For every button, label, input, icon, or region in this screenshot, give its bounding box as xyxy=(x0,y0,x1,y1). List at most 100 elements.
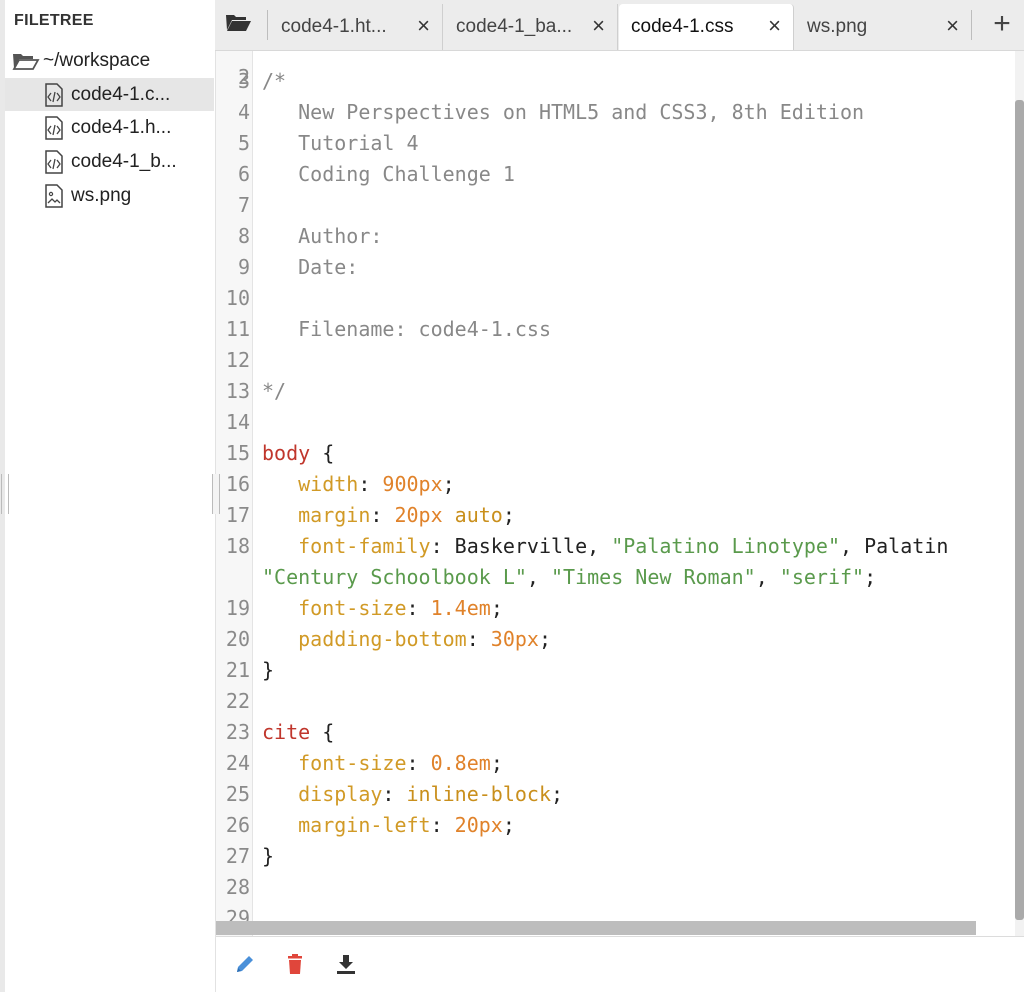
code-token: cite xyxy=(262,720,311,744)
code-token: /* xyxy=(262,69,287,93)
bottom-toolbar xyxy=(216,936,1024,993)
edit-button[interactable] xyxy=(232,953,258,979)
new-tab-button[interactable]: + xyxy=(985,6,1019,42)
code-text: Date: xyxy=(262,252,358,283)
line-number: 24 xyxy=(225,751,250,775)
code-token: 20px xyxy=(394,503,443,527)
line-number: 27 xyxy=(225,844,250,868)
code-line: 26 margin-left: 20px; xyxy=(216,810,1024,841)
code-line: 17 margin: 20px auto; xyxy=(216,500,1024,531)
filetree-title: FILETREE xyxy=(14,12,94,29)
tree-file-label: ws.png xyxy=(71,184,132,206)
code-token: : xyxy=(430,534,455,558)
open-folder-button[interactable] xyxy=(221,10,257,40)
code-line: 18 font-family: Baskerville, "Palatino L… xyxy=(216,531,1024,562)
code-text: "Century Schoolbook L", "Times New Roman… xyxy=(262,562,876,593)
code-line: 4 New Perspectives on HTML5 and CSS3, 8t… xyxy=(216,97,1024,128)
code-text: padding-bottom: 30px; xyxy=(262,624,551,655)
close-icon[interactable]: × xyxy=(592,14,605,38)
line-number: 21 xyxy=(225,658,250,682)
tab-code4-1-css[interactable]: code4-1.css × xyxy=(619,4,794,50)
code-file-icon xyxy=(43,149,65,174)
code-text: font-family: Baskerville, "Palatino Lino… xyxy=(262,531,948,562)
code-line: 22 xyxy=(216,686,1024,717)
tree-file-code4-1-html[interactable]: code4-1.h... xyxy=(5,111,214,144)
code-token: , xyxy=(840,534,865,558)
line-number: 23 xyxy=(225,720,250,744)
tree-file-code4-1-css[interactable]: code4-1.c... xyxy=(5,78,214,111)
folder-open-icon xyxy=(224,11,254,40)
horizontal-scrollbar[interactable] xyxy=(216,921,976,935)
code-token: inline-block xyxy=(406,782,552,806)
left-resize-handle[interactable] xyxy=(1,474,9,514)
code-line: 27} xyxy=(216,841,1024,872)
editor-resize-handle[interactable] xyxy=(212,474,220,514)
code-text: margin: 20px auto; xyxy=(262,500,515,531)
line-number: 20 xyxy=(225,627,250,651)
code-line: 3 /* xyxy=(216,66,1024,97)
code-line: 28 xyxy=(216,872,1024,903)
code-line: 21} xyxy=(216,655,1024,686)
vertical-scrollbar[interactable] xyxy=(1015,100,1024,920)
code-text: Tutorial 4 xyxy=(262,128,418,159)
code-line: 5 Tutorial 4 xyxy=(216,128,1024,159)
code-text: margin-left: 20px; xyxy=(262,810,515,841)
code-line: 2 xyxy=(216,51,1024,89)
code-line: 12 xyxy=(216,345,1024,376)
code-token: 900px xyxy=(382,472,443,496)
tree-file-label: code4-1.h... xyxy=(71,116,172,138)
line-number: 17 xyxy=(225,503,250,527)
line-number: 5 xyxy=(237,131,250,155)
line-number: 6 xyxy=(237,162,250,186)
code-token: 1.4em xyxy=(430,596,491,620)
delete-button[interactable] xyxy=(282,953,308,979)
tree-file-code4-1-b[interactable]: code4-1_b... xyxy=(5,145,214,178)
close-icon[interactable]: × xyxy=(417,14,430,38)
code-token: : xyxy=(466,627,491,651)
close-icon[interactable]: × xyxy=(946,14,959,38)
tab-separator xyxy=(267,10,268,40)
code-token: display xyxy=(262,782,383,806)
code-token: ; xyxy=(502,813,515,837)
line-number: 28 xyxy=(225,875,250,899)
tab-label: code4-1.ht... xyxy=(281,16,387,37)
tree-root-workspace[interactable]: ~/workspace xyxy=(5,44,214,77)
code-editor[interactable]: 2 3 /* 4 New Perspectives on HTML5 and CSS… xyxy=(216,51,1024,936)
tree-file-label: code4-1.c... xyxy=(71,83,171,105)
code-token: "Palatino Linotype" xyxy=(611,534,840,558)
code-token: Coding Challenge 1 xyxy=(262,162,515,186)
code-token: 20px xyxy=(454,813,503,837)
code-token: , xyxy=(526,565,551,589)
close-icon[interactable]: × xyxy=(768,14,781,38)
code-token: : xyxy=(430,813,455,837)
tab-code4-1-b[interactable]: code4-1_ba... × xyxy=(444,4,618,50)
line-number: 13 xyxy=(225,379,250,403)
code-token: width xyxy=(262,472,359,496)
line-number: 12 xyxy=(225,348,250,372)
tab-bar: code4-1.ht... × code4-1_ba... × code4-1.… xyxy=(215,0,1024,51)
code-token: : xyxy=(358,472,383,496)
line-number: 8 xyxy=(237,224,250,248)
tab-code4-1-html[interactable]: code4-1.ht... × xyxy=(269,4,443,50)
code-line: 25 display: inline-block; xyxy=(216,779,1024,810)
code-text: */ xyxy=(262,376,286,407)
code-token: font-size xyxy=(262,596,407,620)
download-button[interactable] xyxy=(333,953,359,979)
code-line: 10 xyxy=(216,283,1024,314)
code-line: 20 padding-bottom: 30px; xyxy=(216,624,1024,655)
code-file-icon xyxy=(43,115,65,140)
code-token: : xyxy=(406,596,431,620)
line-number: 9 xyxy=(237,255,250,279)
code-line: 24 font-size: 0.8em; xyxy=(216,748,1024,779)
line-number: 19 xyxy=(225,596,250,620)
tree-file-ws-png[interactable]: ws.png xyxy=(5,179,214,212)
tab-ws-png[interactable]: ws.png × xyxy=(795,4,971,50)
code-line: 19 font-size: 1.4em; xyxy=(216,593,1024,624)
code-text: font-size: 0.8em; xyxy=(262,748,503,779)
line-number: 14 xyxy=(225,410,250,434)
code-token: Author: xyxy=(262,224,383,248)
folder-open-icon xyxy=(11,49,41,73)
code-line: 11 Filename: code4-1.css xyxy=(216,314,1024,345)
code-token: "serif" xyxy=(779,565,865,589)
code-token: Palatin xyxy=(864,534,949,558)
